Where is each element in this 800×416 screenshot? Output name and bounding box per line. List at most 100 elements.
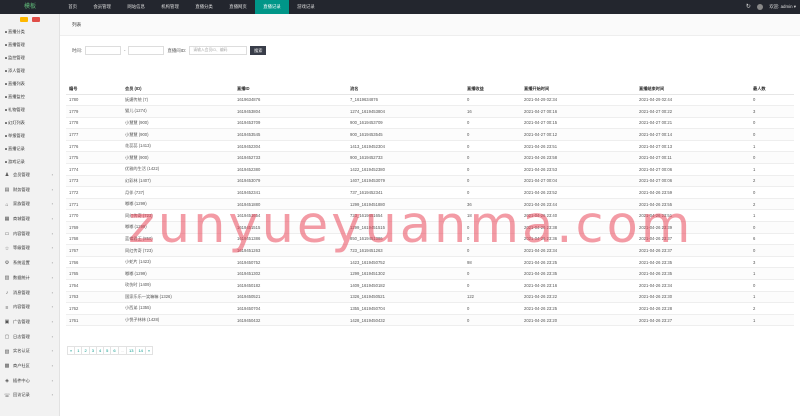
table-cell: 1619452380	[234, 163, 347, 176]
sidebar-item-label: 商户社区	[13, 362, 30, 368]
keyword-input[interactable]: 请输入会员ID、编码	[189, 46, 248, 55]
end-date-input[interactable]	[128, 46, 165, 55]
table-body: 1780 妩媚传统 (7) 1619634876 7_1619634876 0 2021-…	[66, 94, 794, 327]
tab-4[interactable]: 直播分类	[187, 0, 221, 14]
sidebar-item-9[interactable]: 直播记录	[0, 142, 59, 155]
sidebar-item-11[interactable]: ♟ 会员管理 ›	[0, 168, 59, 183]
table-cell: 1355_1619450704	[347, 302, 464, 315]
table-cell: 0	[750, 186, 794, 199]
table-cell: 嘟嘟 (1299)	[122, 267, 234, 280]
sidebar-item-22[interactable]: ▢ 日志管理 ›	[0, 330, 59, 345]
table-cell: 1423_1619450752	[347, 256, 464, 269]
sidebar-item-4[interactable]: 直播列表	[0, 77, 59, 90]
chevron-icon: ›	[51, 318, 53, 324]
table-cell: 0	[464, 302, 521, 315]
sidebar-item-1[interactable]: 直播管理	[0, 38, 59, 51]
table-cell: 1768	[66, 233, 122, 246]
start-date-input[interactable]	[85, 46, 122, 55]
table-cell: 小慧慧 (900)	[122, 117, 234, 130]
table-cell: 2021-04-29 02:44	[636, 94, 750, 107]
sidebar-item-8[interactable]: 举报管理	[0, 129, 59, 142]
table-cell: 1765	[66, 267, 122, 280]
refresh-icon[interactable]: ↻	[745, 4, 751, 10]
table-cell: 嘟嘟 (1299)	[122, 198, 234, 211]
sidebar-item-15[interactable]: ▭ 内容管理 ›	[0, 227, 59, 242]
sidebar-item-label: 家族管理	[13, 201, 30, 207]
table-row: 1763 国家乐乐一笑嘛嘛 (1326) 1619450521 1326_161945…	[66, 291, 794, 304]
sidebar-item-18[interactable]: ▥ 数据统计 ›	[0, 271, 59, 286]
avatar[interactable]	[757, 4, 764, 10]
sidebar-item-14[interactable]: ▦ 商城管理 ›	[0, 212, 59, 227]
table-cell: 2021-04-26 23:58	[521, 151, 636, 165]
breadcrumb: 列表	[60, 14, 800, 36]
table-cell: 1619452341	[234, 186, 347, 199]
column-header: 会员 (ID)	[122, 85, 234, 95]
table-cell: 1619451654	[234, 209, 347, 223]
table-cell: 1299_1619451515	[347, 221, 464, 234]
table-cell: 850_1619451386	[347, 233, 464, 246]
app-logo: 模板	[23, 4, 36, 10]
table-cell: 2021-04-26 23:37	[636, 233, 750, 246]
sidebar-item-24[interactable]: ▩ 商户社区 ›	[0, 359, 59, 374]
sidebar-item-2[interactable]: 监控管理	[0, 51, 59, 64]
table-cell: 花蕊蕊 (1413)	[122, 140, 234, 153]
table-cell: 1428_1619450432	[347, 314, 464, 327]
star-icon: ☆	[4, 245, 10, 252]
tab-0[interactable]: 首页	[60, 0, 85, 14]
expand-button[interactable]	[31, 17, 40, 22]
table-cell: 2	[750, 198, 794, 211]
sidebar-item-0[interactable]: 直播分类	[0, 25, 59, 38]
table-cell: 2021-04-26 23:34	[521, 244, 636, 257]
sidebar-item-20[interactable]: ≡ 内容管理 ›	[0, 300, 59, 315]
sidebar-item-26[interactable]: ☏ 回访记录 ›	[0, 388, 59, 403]
sidebar-item-21[interactable]: ▣ 广告管理 ›	[0, 315, 59, 330]
table-cell: 122	[464, 291, 521, 304]
collapse-button[interactable]	[19, 17, 28, 22]
table-cell: 1619634876	[234, 94, 347, 107]
table-cell: 1619452733	[234, 151, 347, 165]
table-row: 1773 幻彩林 (1407) 1619453079 1407_1619453079 0…	[66, 175, 794, 188]
tab-3[interactable]: 机构管理	[153, 0, 187, 14]
tab-6[interactable]: 直播记录	[254, 0, 289, 14]
sidebar-item-16[interactable]: ☆ 等级管理 ›	[0, 241, 59, 256]
tab-7[interactable]: 游戏记录	[289, 0, 323, 14]
table-cell: 2021-04-27 00:21	[636, 117, 750, 130]
table-cell: 3	[750, 256, 794, 269]
sidebar-item-13[interactable]: ⌂ 家族管理 ›	[0, 197, 59, 212]
sidebar-item-10[interactable]: 游戏记录	[0, 155, 59, 168]
sidebar-item-5[interactable]: 直播监控	[0, 90, 59, 103]
sidebar-item-6[interactable]: 礼物管理	[0, 103, 59, 116]
ad-icon: ▣	[4, 319, 10, 326]
table-cell: 猫儿 (1274)	[122, 105, 234, 118]
search-button[interactable]: 搜索	[250, 46, 267, 55]
table-cell: 0	[750, 221, 794, 234]
tab-2[interactable]: 网站信息	[119, 0, 153, 14]
chevron-icon: ›	[51, 201, 53, 207]
sidebar-item-12[interactable]: ▤ 财务管理 ›	[0, 183, 59, 198]
tab-1[interactable]: 会员管理	[85, 0, 119, 14]
page-link[interactable]: »	[144, 346, 154, 355]
sidebar-list: 直播分类 直播管理 监控管理 添人管理 直播列表 直播监控 礼物管理 幻灯列表 举报管理 直播记录…	[0, 25, 59, 403]
table-cell: 2021-04-27 00:04	[521, 175, 636, 188]
chevron-icon: ›	[51, 348, 53, 354]
sidebar-item-23[interactable]: ▧ 实名认证 ›	[0, 344, 59, 359]
table-cell: 2021-04-26 23:28	[636, 302, 750, 315]
table-cell: 2021-04-26 23:27	[636, 314, 750, 327]
table-cell: 1619453804	[234, 105, 347, 118]
sidebar-item-25[interactable]: ◈ 插件中心 ›	[0, 374, 59, 389]
table-cell: 1619451263	[234, 244, 347, 257]
table-cell: 1	[750, 291, 794, 304]
sidebar-item-17[interactable]: ⚙ 系统设置 ›	[0, 256, 59, 271]
table-cell: 0	[464, 175, 521, 188]
user-menu[interactable]: 欢迎: admin ▾	[769, 4, 796, 10]
table-cell: 2021-04-27 00:15	[521, 117, 636, 130]
table-cell: 2021-04-26 23:55	[636, 198, 750, 211]
tab-5[interactable]: 直播网页	[221, 0, 255, 14]
sidebar-item-label: 财务管理	[13, 186, 30, 192]
table-row: 1774 优雅的生活 (1422) 1619452380 1422_161945238…	[66, 163, 794, 176]
table-cell: 玫伤时 (1409)	[122, 279, 234, 292]
sidebar-item-3[interactable]: 添人管理	[0, 64, 59, 77]
sidebar-item-7[interactable]: 幻灯列表	[0, 116, 59, 129]
sidebar-item-19[interactable]: ♪ 消息管理 ›	[0, 286, 59, 301]
id-icon: ▧	[4, 348, 10, 355]
